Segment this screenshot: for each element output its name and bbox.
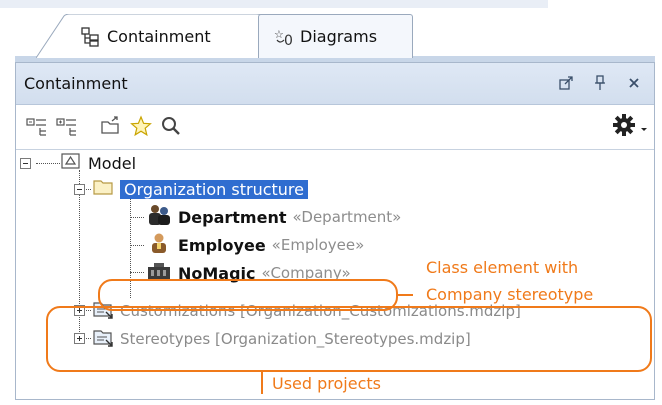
annotation-connector	[261, 372, 263, 394]
tree-guide	[36, 163, 60, 164]
package-folder-icon	[92, 177, 114, 201]
department-icon	[146, 203, 172, 231]
pin-icon[interactable]	[592, 73, 608, 93]
tree-node-label: Model	[88, 153, 137, 173]
annotation-connector	[397, 294, 413, 296]
tree-node-label: Organization structure	[120, 179, 308, 199]
panel-controls	[558, 73, 642, 93]
options-menu[interactable]	[612, 113, 648, 141]
annotation-class-element-line1: Class element with	[426, 258, 579, 277]
model-icon	[60, 151, 82, 175]
diagrams-icon: ☆ 0	[273, 26, 295, 49]
employee-icon	[146, 231, 172, 259]
annotation-used-projects: Used projects	[272, 374, 381, 393]
tree-guide	[130, 272, 144, 273]
tree-node-organization-structure[interactable]: Organization structure	[92, 176, 308, 202]
tab-diagrams[interactable]: ☆ 0 Diagrams	[258, 14, 413, 58]
annotation-oval-used-projects	[46, 306, 652, 372]
tree-guide	[130, 245, 144, 246]
collapse-toggle[interactable]	[20, 158, 31, 169]
stereotype-label: «Department»	[292, 208, 402, 226]
tree-node-label: Department	[178, 207, 287, 227]
tree-node-employee[interactable]: Employee «Employee»	[146, 232, 364, 258]
gear-icon[interactable]	[612, 113, 636, 141]
chevron-down-icon[interactable]	[640, 118, 648, 137]
panel-title: Containment	[24, 74, 128, 93]
tab-containment[interactable]: Containment	[36, 14, 264, 58]
tab-strip: Containment ☆ 0 Diagrams	[0, 0, 662, 62]
collapse-toggle[interactable]	[74, 184, 85, 195]
favorites-star-icon[interactable]	[128, 113, 154, 139]
stereotype-label: «Employee»	[271, 236, 365, 254]
tree-guide	[130, 217, 144, 218]
tree-node-model[interactable]: Model	[60, 150, 136, 176]
tab-containment-label: Containment	[107, 26, 211, 46]
tree-node-department[interactable]: Department «Department»	[146, 204, 401, 230]
panel-header: Containment	[16, 63, 654, 105]
svg-text:0: 0	[284, 33, 293, 48]
containment-tree-icon	[80, 25, 102, 47]
collapse-all-icon[interactable]	[24, 113, 50, 139]
undock-icon[interactable]	[558, 73, 574, 93]
tree-node-label: Employee	[178, 235, 266, 255]
svg-text:☆: ☆	[274, 28, 284, 41]
tab-strip-background	[0, 0, 548, 8]
search-icon[interactable]	[158, 113, 184, 139]
close-icon[interactable]	[626, 73, 642, 93]
tab-diagrams-label: Diagrams	[300, 27, 378, 46]
open-folder-icon[interactable]	[98, 113, 124, 139]
expand-all-icon[interactable]	[54, 113, 80, 139]
annotation-class-element-line2: Company stereotype	[426, 285, 594, 304]
toolbar	[16, 105, 654, 147]
